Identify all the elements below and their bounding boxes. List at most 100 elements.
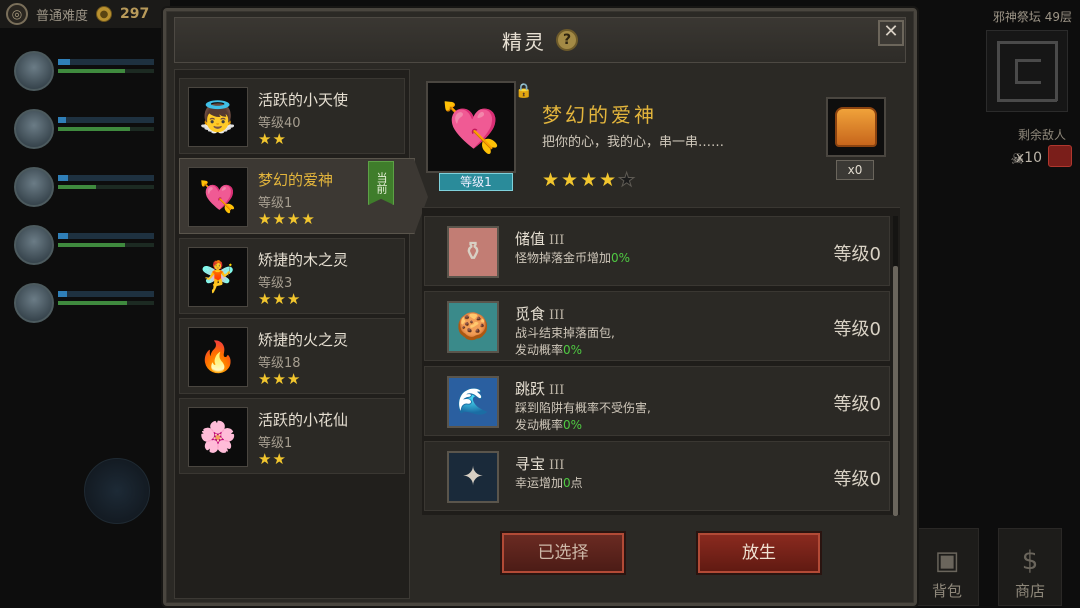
dialog-title: 精灵 (502, 29, 546, 54)
cupid-large-portrait-icon: 💘 (426, 81, 516, 173)
skill-name: 跳跃 III (515, 380, 565, 398)
skill-description: 战斗结束掉落面包, 发动概率0% (515, 326, 615, 357)
bag-label: 背包 (931, 582, 962, 600)
enemy-count: x10 (1015, 150, 1042, 166)
spirit-dialog: 精灵 ? ✕ 👼 活跃的小天使 等级40 ★★ 💘 梦幻的爱神 等级1 ★★★★… (163, 8, 917, 606)
skill-name: 储值 III (515, 230, 565, 248)
skill-level: 等级0 (833, 394, 881, 415)
detail-description: 把你的心，我的心，串一串…… (542, 135, 725, 150)
hero-avatar (14, 283, 54, 323)
mp-bar (58, 69, 154, 73)
close-button[interactable]: ✕ (878, 20, 904, 46)
skill-row[interactable]: ⚱ 储值 III 怪物掉落金币增加0% 等级0 (424, 216, 890, 286)
gingerbread-icon: 🍪 (447, 301, 499, 353)
spirit-item-fire-spirit[interactable]: 🔥 矫捷的火之灵 等级18 ★★★ (179, 318, 405, 394)
hero-avatar (14, 167, 54, 207)
help-icon[interactable]: ? (556, 29, 578, 51)
hp-bar (58, 233, 154, 239)
party-member[interactable] (8, 161, 160, 219)
spirit-detail: 💘 🔒 等级1 梦幻的爱神 把你的心，我的心，串一串…… ★★★★★ x0 (418, 69, 898, 199)
detail-name: 梦幻的爱神 (542, 103, 657, 127)
spirit-item-flower-fairy[interactable]: 🌸 活跃的小花仙 等级1 ★★ (179, 398, 405, 474)
spirit-stars: ★★ (258, 130, 287, 148)
vase-icon: ⚱ (447, 226, 499, 278)
spirit-stars: ★★★ (258, 290, 302, 308)
skills-list[interactable]: ⚱ 储值 III 怪物掉落金币增加0% 等级0 🍪 觅食 III 战斗结束掉落面包, 发动概率0%… (422, 207, 900, 516)
dialog-header: 精灵 ? (174, 17, 906, 63)
party-member[interactable] (8, 277, 160, 335)
spirit-name: 活跃的小天使 (258, 91, 349, 109)
skill-description: 幸运增加0点 (515, 476, 583, 490)
spirit-name: 梦幻的爱神 (258, 171, 334, 189)
spirit-level: 等级40 (258, 116, 301, 131)
hp-bar (58, 117, 154, 123)
party-list (8, 45, 160, 335)
hero-avatar (14, 51, 54, 91)
hero-avatar (14, 225, 54, 265)
spirit-item-cupid[interactable]: 💘 梦幻的爱神 等级1 ★★★★ 当前 (179, 158, 428, 235)
skill-name: 寻宝 III (515, 455, 565, 473)
spirit-stars: ★★ (258, 450, 287, 468)
hp-bar (58, 291, 154, 297)
spirit-item-wood-spirit[interactable]: 🧚 矫捷的木之灵 等级3 ★★★ (179, 238, 405, 314)
hp-bar (58, 175, 154, 181)
lock-icon[interactable]: 🔒 (515, 83, 532, 99)
coin-value: 297 (120, 6, 150, 22)
chest-icon (1048, 145, 1072, 167)
spirit-name: 矫捷的火之灵 (258, 331, 349, 349)
skill-row[interactable]: 🌊 跳跃 III 踩到陷阱有概率不受伤害, 发动概率0% 等级0 (424, 366, 890, 436)
skill-description: 踩到陷阱有概率不受伤害, 发动概率0% (515, 401, 651, 432)
skill-description: 怪物掉落金币增加0% (515, 251, 631, 265)
spirit-item-angel[interactable]: 👼 活跃的小天使 等级40 ★★ (179, 78, 405, 154)
party-member[interactable] (8, 45, 160, 103)
map-panel: 邪神祭坛 49层 剩余敌人 ☠ x10 (912, 0, 1080, 175)
flower-fairy-portrait-icon: 🌸 (188, 407, 248, 467)
spirit-stars: ★★★ (258, 370, 302, 388)
skill-row[interactable]: 🍪 觅食 III 战斗结束掉落面包, 发动概率0% 等级0 (424, 291, 890, 361)
minimap[interactable] (986, 30, 1068, 112)
spirit-level: 等级1 (258, 436, 293, 451)
mp-bar (58, 243, 154, 247)
hero-avatar (14, 109, 54, 149)
difficulty-bar: ◎ 普通难度 ● 297 (0, 0, 170, 28)
spirit-level: 等级18 (258, 356, 301, 371)
spirit-level: 等级3 (258, 276, 293, 291)
spirit-stars: ★★★★ (258, 210, 316, 228)
wood-spirit-portrait-icon: 🧚 (188, 247, 248, 307)
party-member[interactable] (8, 103, 160, 161)
skill-level: 等级0 (833, 469, 881, 490)
release-button[interactable]: 放生 (698, 533, 820, 573)
shop-label: 商店 (1014, 582, 1045, 600)
remaining-enemies-label: 剩余敌人 (1017, 128, 1066, 142)
party-member[interactable] (8, 219, 160, 277)
current-tag: 当前 (368, 161, 394, 205)
angel-portrait-icon: 👼 (188, 87, 248, 147)
joystick[interactable] (84, 458, 150, 524)
dollar-icon: $ (1021, 546, 1039, 576)
detail-stars: ★★★★★ (542, 169, 638, 192)
spirit-level: 等级1 (258, 196, 293, 211)
difficulty-label: 普通难度 (36, 8, 89, 24)
hp-bar (58, 59, 154, 65)
cupid-portrait-icon: 💘 (188, 167, 248, 227)
bag-icon: ▣ (934, 546, 960, 576)
mp-bar (58, 127, 154, 131)
item-count: x0 (836, 160, 874, 180)
skills-scrollbar[interactable] (893, 216, 898, 516)
bread-item-slot[interactable] (826, 97, 886, 157)
bag-button[interactable]: ▣ 背包 (915, 528, 979, 606)
selected-button[interactable]: 已选择 (502, 533, 624, 573)
skill-row[interactable]: ✦ 寻宝 III 幸运增加0点 等级0 (424, 441, 890, 511)
coin-icon: ● (96, 6, 113, 22)
difficulty-icon: ◎ (6, 3, 28, 25)
spirit-name: 活跃的小花仙 (258, 411, 349, 429)
skill-level: 等级0 (833, 244, 881, 265)
detail-level-badge: 等级1 (439, 173, 513, 191)
floor-name: 邪神祭坛 49层 (992, 10, 1072, 24)
spirit-list: 👼 活跃的小天使 等级40 ★★ 💘 梦幻的爱神 等级1 ★★★★ 当前 🧚 矫… (174, 69, 428, 599)
skill-level: 等级0 (833, 319, 881, 340)
mp-bar (58, 301, 154, 305)
shop-button[interactable]: $ 商店 (998, 528, 1062, 606)
fire-spirit-portrait-icon: 🔥 (188, 327, 248, 387)
mp-bar (58, 185, 154, 189)
